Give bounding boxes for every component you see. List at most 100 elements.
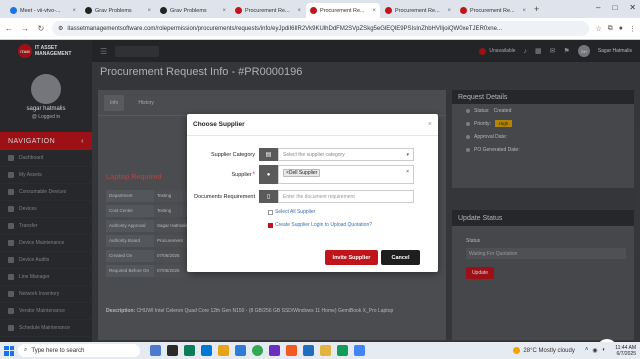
choose-supplier-modal: Choose Supplier × Supplier Category ▤ Se… xyxy=(187,114,438,272)
app-icon[interactable] xyxy=(235,345,246,356)
required-asterisk-icon: * xyxy=(252,171,255,178)
weather-widget[interactable]: 28°C Mostly cloudy xyxy=(513,347,575,354)
tab-close-icon[interactable]: × xyxy=(147,8,151,14)
app-icon[interactable] xyxy=(286,345,297,356)
clock[interactable]: 11:44 AM 6/7/2025 xyxy=(615,345,636,357)
supplier-multiselect[interactable]: ×Dell Supplier × xyxy=(278,165,414,184)
tab-favicon-icon xyxy=(10,7,17,14)
tab-favicon-icon xyxy=(235,7,242,14)
tab-close-icon[interactable]: × xyxy=(297,8,301,14)
chevron-up-icon[interactable]: ˄ xyxy=(585,347,589,354)
tab-close-icon[interactable]: × xyxy=(222,8,226,14)
create-login-checkbox[interactable] xyxy=(268,222,273,228)
app-icon[interactable] xyxy=(150,345,161,356)
supplier-tag[interactable]: ×Dell Supplier xyxy=(283,169,321,177)
window-controls: – □ ✕ xyxy=(596,3,636,12)
app-icon[interactable] xyxy=(337,345,348,356)
taskbar: ⌕ Type here to search 28°C Mostly cloudy… xyxy=(0,342,640,359)
documents-label: Documents Requirement xyxy=(194,193,255,200)
address-bar: ← → ↻ ⚙ itassetmanagementsoftware.com/ro… xyxy=(0,18,640,40)
app-icon[interactable] xyxy=(354,345,365,356)
tab-favicon-icon xyxy=(160,7,167,14)
tab-label: Procurement Re... xyxy=(320,7,365,14)
profile-icon[interactable]: ● xyxy=(619,25,623,33)
select-all-checkbox-row[interactable]: Select All Supplier xyxy=(268,209,315,215)
supplier-label: Supplier xyxy=(231,171,252,178)
create-login-label[interactable]: Create Supplier Login to Upload Quotatio… xyxy=(275,222,372,228)
browser-tab[interactable]: Meet - vii-vtvo-... × xyxy=(6,3,80,18)
browser-tabbar: Meet - vii-vtvo-... × Grav Problems × Grav P… xyxy=(0,0,640,18)
close-icon[interactable]: × xyxy=(428,121,432,128)
app-icon[interactable] xyxy=(184,345,195,356)
tab-close-icon[interactable]: × xyxy=(447,8,451,14)
browser-tab[interactable]: Procurement Re... × xyxy=(456,3,530,18)
network-icon[interactable]: ◉ xyxy=(592,347,597,354)
modal-header: Choose Supplier × xyxy=(187,114,438,136)
chevron-down-icon: ▾ xyxy=(406,151,409,158)
tab-close-icon[interactable]: × xyxy=(522,8,526,14)
clock-time: 11:44 AM xyxy=(615,344,636,351)
sun-icon xyxy=(513,347,521,354)
tab-label: Grav Problems xyxy=(95,7,132,14)
menu-dots-icon[interactable]: ⋮ xyxy=(629,25,636,33)
modal-title: Choose Supplier xyxy=(193,121,245,128)
maximize-button[interactable]: □ xyxy=(612,3,617,12)
select-all-checkbox[interactable] xyxy=(268,209,273,215)
close-window-button[interactable]: ✕ xyxy=(629,3,636,12)
site-info-icon[interactable]: ⚙ xyxy=(58,25,63,32)
tab-close-icon[interactable]: × xyxy=(372,8,376,14)
windows-start-icon[interactable] xyxy=(4,345,14,356)
supplier-row: Supplier* ● ×Dell Supplier × xyxy=(187,165,438,184)
tab-list: Meet - vii-vtvo-... × Grav Problems × Grav P… xyxy=(6,3,531,18)
vscode-icon[interactable] xyxy=(303,345,314,356)
tab-label: Procurement Re... xyxy=(470,7,515,14)
create-login-checkbox-row[interactable]: Create Supplier Login to Upload Quotatio… xyxy=(268,222,372,228)
minimize-button[interactable]: – xyxy=(596,3,600,12)
app-icon[interactable] xyxy=(269,345,280,356)
url-field[interactable]: ⚙ itassetmanagementsoftware.com/roleperm… xyxy=(52,21,590,36)
supplier-category-row: Supplier Category ▤ Select the supplier … xyxy=(187,148,438,161)
back-icon[interactable]: ← xyxy=(4,24,14,33)
clear-selection-icon[interactable]: × xyxy=(406,169,409,175)
tab-favicon-icon xyxy=(85,7,92,14)
browser-tab[interactable]: Procurement Re... × xyxy=(381,3,455,18)
extensions-icon[interactable]: ⧉ xyxy=(608,25,613,33)
select-all-label[interactable]: Select All Supplier xyxy=(275,209,315,215)
browser-tab[interactable]: Procurement Re... × xyxy=(306,3,380,18)
tab-favicon-icon xyxy=(310,7,317,14)
app-icon[interactable] xyxy=(201,345,212,356)
tab-label: Procurement Re... xyxy=(245,7,290,14)
browser-tab[interactable]: Procurement Re... × xyxy=(231,3,305,18)
taskbar-search-placeholder: Type here to search xyxy=(31,347,85,354)
url-text: itassetmanagementsoftware.com/rolepermis… xyxy=(67,25,502,32)
browser-tab[interactable]: Grav Problems × xyxy=(81,3,155,18)
bookmark-star-icon[interactable]: ☆ xyxy=(595,25,601,33)
clock-date: 6/7/2025 xyxy=(616,350,636,357)
supplier-category-select[interactable]: Select the supplier category ▾ xyxy=(278,148,414,161)
user-icon: ● xyxy=(259,165,278,184)
reload-icon[interactable]: ↻ xyxy=(36,24,46,33)
taskbar-apps xyxy=(150,345,365,356)
documents-input[interactable]: Enter the document requirement xyxy=(278,190,414,203)
tab-label: Procurement Re... xyxy=(395,7,440,14)
tab-close-icon[interactable]: × xyxy=(72,8,76,14)
documents-row: Documents Requirement ▯ Enter the docume… xyxy=(187,190,438,203)
chrome-icon[interactable] xyxy=(252,345,263,356)
search-icon: ⌕ xyxy=(24,347,28,353)
folder-icon[interactable] xyxy=(218,345,229,356)
supplier-category-placeholder: Select the supplier category xyxy=(283,151,345,158)
browser-tab[interactable]: Grav Problems × xyxy=(156,3,230,18)
taskbar-search[interactable]: ⌕ Type here to search xyxy=(18,344,140,357)
app-icon[interactable] xyxy=(320,345,331,356)
app-icon[interactable] xyxy=(167,345,178,356)
invite-supplier-button[interactable]: Invite Supplier xyxy=(325,250,378,265)
browser-actions: ☆ ⧉ ● ⋮ xyxy=(595,25,636,33)
system-tray: ˄ ◉ ◖ xyxy=(585,347,605,354)
new-tab-button[interactable]: + xyxy=(534,4,539,14)
speaker-icon[interactable]: ◖ xyxy=(602,347,606,354)
cancel-button[interactable]: Cancel xyxy=(381,250,420,265)
supplier-category-label: Supplier Category xyxy=(210,151,255,158)
tab-label: Meet - vii-vtvo-... xyxy=(20,7,61,14)
category-icon: ▤ xyxy=(259,148,278,161)
forward-icon[interactable]: → xyxy=(20,24,30,33)
